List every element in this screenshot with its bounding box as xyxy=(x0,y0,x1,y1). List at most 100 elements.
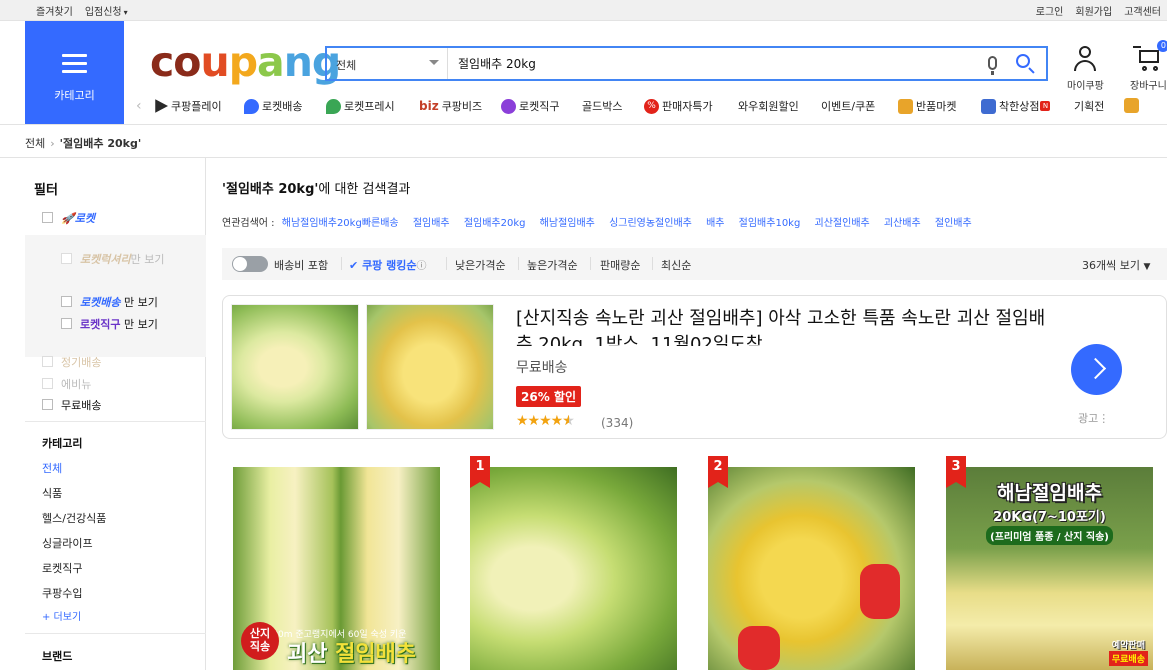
nav-label: 반품마켓 xyxy=(916,100,957,113)
related-keywords: 연관검색어 : 해남절임배추20kg빠른배송 절임배추 절임배추20kg 해남절… xyxy=(222,214,983,229)
breadcrumb-root[interactable]: 전체 xyxy=(25,137,45,150)
cart-icon: 0 xyxy=(1133,40,1167,74)
nav-exhibition[interactable]: 기획전 xyxy=(1074,98,1104,114)
category-item[interactable]: 헬스/건강식품 xyxy=(42,510,106,526)
product-image[interactable] xyxy=(470,467,677,670)
view-count-select[interactable]: 36개씩 보기 ▼ xyxy=(1082,257,1150,273)
filter-rocket-delivery[interactable]: 로켓배송 만 보기 xyxy=(61,294,158,310)
checkbox[interactable] xyxy=(61,296,72,307)
rocket-luxury-label: 로켓럭셔리 xyxy=(80,253,131,266)
category-item[interactable]: 전체 xyxy=(42,460,62,476)
coupang-logo[interactable]: coupang xyxy=(150,36,341,88)
shipping-fee-toggle[interactable] xyxy=(232,256,268,272)
nav-wow-discount[interactable]: 와우회원할인 xyxy=(738,98,799,114)
filter-ebay[interactable]: 에비뉴 xyxy=(42,376,91,392)
red-glove xyxy=(860,564,900,619)
category-item[interactable]: 싱글라이프 xyxy=(42,535,93,551)
nav-coupang-play[interactable]: 쿠팡플레이 xyxy=(153,98,222,114)
cart-button[interactable]: 0 장바구니 xyxy=(1130,40,1167,92)
product-card[interactable]: 1 xyxy=(470,456,678,670)
nav-event-coupon[interactable]: 이벤트/쿠폰 xyxy=(821,98,875,114)
search-category-select[interactable]: 전체 xyxy=(327,48,448,79)
nav-rocket-delivery[interactable]: 로켓배송 xyxy=(244,98,302,114)
checkbox[interactable] xyxy=(61,318,72,329)
cart-label: 장바구니 xyxy=(1130,81,1167,92)
product-card[interactable]: 400m 준고랭지에서 60일 숙성 키운 산지 직송 괴산 절임배추 xyxy=(233,456,441,670)
login-link[interactable]: 로그인 xyxy=(1036,3,1064,18)
info-icon[interactable]: ⓘ xyxy=(417,261,427,272)
rocket-global-icon xyxy=(501,98,516,114)
category-item[interactable]: 쿠팡수입 xyxy=(42,585,82,601)
nav-more[interactable] xyxy=(1124,98,1142,113)
nav-label: 로켓직구 xyxy=(519,100,560,113)
checkbox[interactable] xyxy=(42,399,53,410)
checkbox[interactable] xyxy=(42,212,53,223)
ad-product-image[interactable] xyxy=(231,304,359,430)
sort-low-price[interactable]: 낮은가격순 xyxy=(455,257,506,273)
nav-return-market[interactable]: 반품마켓 xyxy=(898,98,956,114)
ad-product-image[interactable] xyxy=(366,304,494,430)
related-keyword[interactable]: 해남절임배추 xyxy=(540,218,595,229)
chevron-right-icon: › xyxy=(50,137,55,150)
filter-rocket-global[interactable]: 로켓직구 만 보기 xyxy=(61,316,158,332)
related-keyword[interactable]: 괴산배추 xyxy=(884,218,921,229)
logo-part-a: a xyxy=(257,38,285,86)
related-keyword[interactable]: 절임배추20kg xyxy=(464,218,526,229)
search-input[interactable] xyxy=(449,48,979,79)
product-card[interactable]: 3 해남절임배추 20KG(7~10포기) (프리미엄 품종 / 산지 직송) … xyxy=(946,456,1154,670)
nav-coupang-biz[interactable]: biz 쿠팡비즈 xyxy=(419,98,482,114)
related-keyword[interactable]: 해남절임배추20kg빠른배송 xyxy=(282,218,399,229)
checkbox[interactable] xyxy=(42,356,53,367)
only-view-label: 만 보기 xyxy=(130,253,165,266)
product-caption: 20KG(7~10포기) xyxy=(993,510,1106,525)
info-icon[interactable]: ⋮ xyxy=(1098,412,1109,425)
category-menu-button[interactable]: 카테고리 xyxy=(25,21,124,124)
sort-high-price[interactable]: 높은가격순 xyxy=(527,257,578,273)
sort-sales[interactable]: 판매량순 xyxy=(600,257,640,273)
ad-product-title[interactable]: [산지직송 속노란 괴산 절임배추] 아삭 고소한 특품 속노란 괴산 절임배추… xyxy=(516,306,1046,346)
category-more-link[interactable]: + 더보기 xyxy=(42,608,81,623)
logo-part-u: u xyxy=(200,38,229,86)
related-keyword[interactable]: 괴산절인배추 xyxy=(815,218,870,229)
my-coupang-button[interactable]: 마이쿠팡 xyxy=(1067,44,1104,92)
product-card[interactable]: 2 xyxy=(708,456,916,670)
filter-rocket[interactable]: 🚀로켓 xyxy=(42,210,95,226)
next-arrow-button[interactable] xyxy=(1071,344,1122,395)
nav-rocket-global[interactable]: 로켓직구 xyxy=(501,98,559,114)
nav-prev-icon[interactable]: ‹ xyxy=(136,98,142,114)
red-glove xyxy=(738,626,780,670)
bookmark-link[interactable]: 즐겨찾기 xyxy=(36,3,73,18)
breadcrumb: 전체 › '절임배추 20kg' xyxy=(0,124,1167,158)
related-keyword[interactable]: 절임배추10kg xyxy=(739,218,801,229)
nav-good-store[interactable]: 착한상점 N xyxy=(981,98,1051,114)
search-icon[interactable] xyxy=(1016,54,1030,68)
category-item[interactable]: 로켓직구 xyxy=(42,560,82,576)
rocket-fresh-icon xyxy=(326,98,341,114)
related-keyword[interactable]: 싱그린영농절인배추 xyxy=(609,218,692,229)
sort-ranking[interactable]: ✔ 쿠팡 랭킹순ⓘ xyxy=(349,257,427,273)
play-icon xyxy=(155,99,168,113)
filter-subscribe[interactable]: 정기배송 xyxy=(42,354,101,370)
rocket-filter-label: 🚀로켓 xyxy=(61,212,95,225)
nav-gold-box[interactable]: 골드박스 xyxy=(582,98,622,114)
service-nav: ‹ 쿠팡플레이 로켓배송 로켓프레시 biz 쿠팡비즈 로켓직구 골드박스 % 판매… xyxy=(136,96,1167,116)
signup-link[interactable]: 회원가입 xyxy=(1075,3,1112,18)
sponsored-product-card[interactable]: [산지직송 속노란 괴산 절임배추] 아삭 고소한 특품 속노란 괴산 절임배추… xyxy=(222,295,1167,439)
filter-free-shipping[interactable]: 무료배송 xyxy=(42,397,101,413)
related-keyword[interactable]: 절임배추 xyxy=(413,218,450,229)
related-keyword[interactable]: 배추 xyxy=(706,218,724,229)
category-item[interactable]: 식품 xyxy=(42,485,62,501)
sort-latest[interactable]: 최신순 xyxy=(661,257,691,273)
checkbox[interactable] xyxy=(42,378,53,389)
microphone-icon[interactable] xyxy=(988,56,997,75)
nav-seller-deal[interactable]: % 판매자특가 xyxy=(644,98,713,114)
half-star-icon: ★ ★ xyxy=(562,413,575,429)
filter-rocket-luxury[interactable]: 로켓럭셔리만 보기 xyxy=(61,251,164,267)
search-bar: 전체 xyxy=(325,46,1048,81)
product-stamp: 예약판매 무료배송 xyxy=(1108,638,1148,666)
related-keyword[interactable]: 절인배추 xyxy=(935,218,972,229)
nav-rocket-fresh[interactable]: 로켓프레시 xyxy=(326,98,395,114)
customer-center-link[interactable]: 고객센터 xyxy=(1124,3,1161,18)
seller-apply-link[interactable]: 입점신청 ▾ xyxy=(85,3,128,18)
checkbox[interactable] xyxy=(61,253,72,264)
